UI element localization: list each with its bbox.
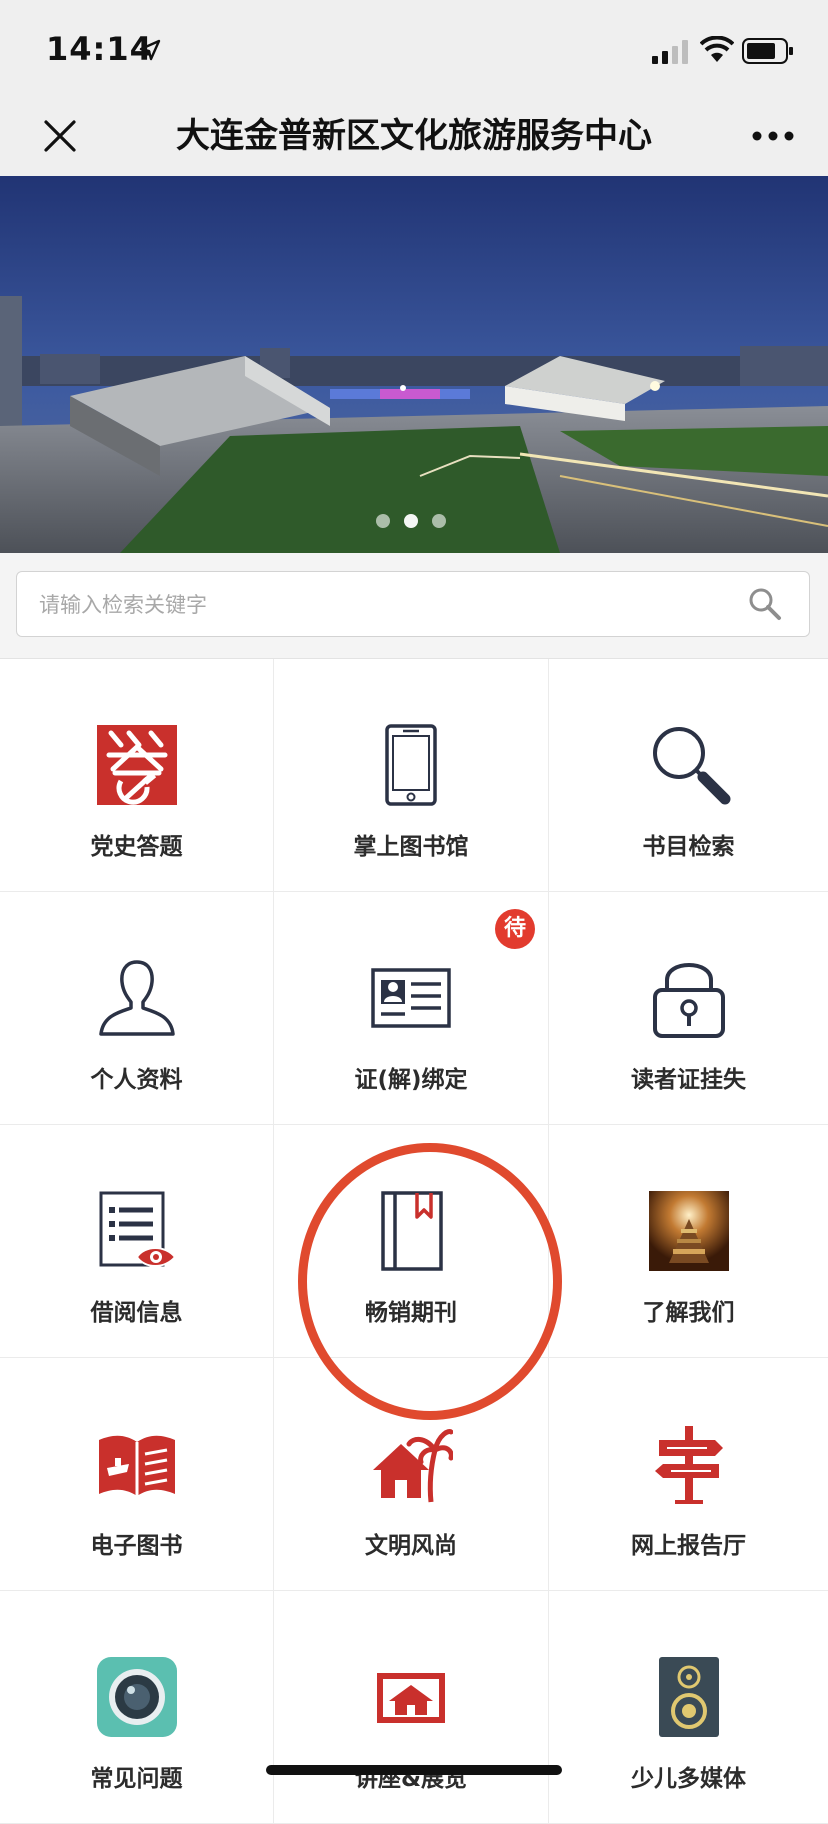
- open-ebook-icon: [98, 1435, 175, 1496]
- grid-item-label: 个人资料: [90, 1067, 183, 1093]
- grid-item-catalog-search[interactable]: 书目检索: [549, 659, 828, 891]
- mobile-phone-icon: [385, 724, 437, 806]
- grid-item-card-binding[interactable]: 待 证(解)绑定: [274, 892, 549, 1124]
- banner-carousel[interactable]: [0, 176, 828, 553]
- search-icon[interactable]: [747, 586, 783, 622]
- grid-item-label: 少儿多媒体: [631, 1766, 746, 1792]
- grid-item-card-loss-report[interactable]: 读者证挂失: [549, 892, 828, 1124]
- page-title: 大连金普新区文化旅游服务中心: [176, 116, 652, 156]
- grid-item-label: 党史答题: [90, 834, 183, 860]
- grid-item-label: 电子图书: [90, 1533, 183, 1559]
- grid-item-label: 证(解)绑定: [354, 1067, 468, 1093]
- grid-item-label: 借阅信息: [90, 1300, 183, 1326]
- grid-row: 党史答题 掌上图书馆 书目检索: [0, 659, 828, 892]
- borrow-list-eye-icon: [99, 1191, 176, 1267]
- carousel-dots: [376, 514, 446, 530]
- speaker-icon: [658, 1657, 719, 1737]
- grid-row: 个人资料 待 证(解)绑定 读者证挂失: [0, 892, 828, 1125]
- carousel-dot-active[interactable]: [404, 514, 418, 528]
- grid-item-mobile-library[interactable]: 掌上图书馆: [274, 659, 549, 891]
- bookmarked-book-icon: [381, 1191, 443, 1271]
- grid-item-label: 网上报告厅: [631, 1533, 746, 1559]
- carousel-dot[interactable]: [376, 514, 390, 528]
- search-area: [0, 553, 828, 659]
- grid-row: 电子图书 文明风尚 网上报告厅: [0, 1358, 828, 1591]
- banner-photo: [0, 176, 828, 553]
- camera-lens-icon: [96, 1657, 177, 1737]
- grid-item-bestselling-journals[interactable]: 畅销期刊: [274, 1125, 549, 1357]
- grid-row: 常见问题 讲座&展览 少儿多媒体: [0, 1591, 828, 1824]
- grid-item-civilized-fashion[interactable]: 文明风尚: [274, 1358, 549, 1590]
- search-box[interactable]: [16, 571, 810, 638]
- home-indicator[interactable]: [266, 1765, 562, 1775]
- pending-badge: 待: [495, 909, 535, 949]
- grid-item-label: 书目检索: [642, 834, 735, 860]
- close-icon[interactable]: [38, 114, 82, 158]
- status-time: 14:14: [46, 30, 153, 68]
- status-bar: 14:14: [0, 0, 828, 96]
- id-card-icon: [371, 968, 451, 1028]
- grid-item-faq[interactable]: 常见问题: [0, 1591, 274, 1823]
- search-input[interactable]: [37, 572, 721, 638]
- feature-grid: 党史答题 掌上图书馆 书目检索 个人资料 待 证(解)绑定 读者证挂失 借阅信息…: [0, 659, 828, 1824]
- grid-item-label: 文明风尚: [365, 1533, 457, 1559]
- grid-item-e-books[interactable]: 电子图书: [0, 1358, 274, 1590]
- wifi-icon: [700, 36, 734, 62]
- grid-item-borrow-info[interactable]: 借阅信息: [0, 1125, 274, 1357]
- grid-item-label: 读者证挂失: [631, 1067, 746, 1093]
- location-arrow-icon: [139, 39, 161, 61]
- house-palm-icon: [373, 1429, 453, 1503]
- about-us-photo-icon: [648, 1191, 729, 1271]
- grid-item-online-lecture-hall[interactable]: 网上报告厅: [549, 1358, 828, 1590]
- framed-house-picture-icon: [377, 1673, 445, 1723]
- nav-bar: 大连金普新区文化旅游服务中心: [0, 96, 828, 177]
- grid-item-kids-multimedia[interactable]: 少儿多媒体: [549, 1591, 828, 1823]
- more-options-icon[interactable]: [748, 116, 798, 156]
- grid-item-label: 常见问题: [90, 1766, 183, 1792]
- party-history-quiz-icon: [96, 725, 177, 805]
- grid-item-party-history-quiz[interactable]: 党史答题: [0, 659, 274, 891]
- cellular-signal-icon: [652, 40, 688, 64]
- grid-item-label: 畅销期刊: [365, 1300, 457, 1326]
- magnifier-icon: [652, 727, 730, 805]
- grid-row: 借阅信息 畅销期刊 了解我们: [0, 1125, 828, 1358]
- signpost-icon: [654, 1426, 723, 1504]
- grid-item-personal-profile[interactable]: 个人资料: [0, 892, 274, 1124]
- grid-item-about-us[interactable]: 了解我们: [549, 1125, 828, 1357]
- grid-item-label: 掌上图书馆: [353, 834, 469, 860]
- padlock-icon: [652, 963, 725, 1038]
- battery-icon: [742, 38, 793, 64]
- grid-item-lectures-exhibitions[interactable]: 讲座&展览: [274, 1591, 549, 1823]
- carousel-dot[interactable]: [432, 514, 446, 528]
- grid-item-label: 了解我们: [642, 1300, 735, 1326]
- user-profile-icon: [98, 960, 175, 1036]
